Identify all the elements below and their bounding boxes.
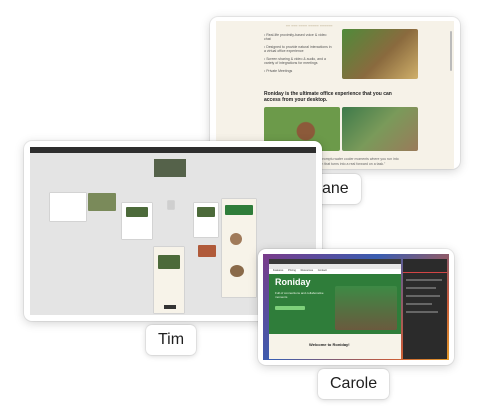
side-panel-accent <box>403 272 447 273</box>
canvas-frame-image <box>126 207 148 217</box>
canvas-frame-thumb <box>164 305 176 309</box>
site-nav-item[interactable]: Pricing <box>288 269 296 272</box>
canvas-frame-image <box>158 255 180 269</box>
carole-desktop: Features Pricing Resources Contact Ronid… <box>263 254 449 360</box>
office-illustration-right <box>342 107 418 151</box>
canvas-frame <box>50 193 86 221</box>
participant-name-tag: Tim <box>146 325 197 355</box>
site-logo: Roniday <box>275 277 311 287</box>
canvas-frame-image <box>88 193 116 211</box>
hero-subtitle: Full of connections and collaborative mo… <box>275 291 324 299</box>
canvas-frame-image <box>225 205 253 215</box>
tim-toolbar <box>30 147 316 153</box>
site-nav-item[interactable]: Features <box>273 269 283 272</box>
canvas-frame <box>168 201 174 209</box>
jane-headline: Roniday is the ultimate office experienc… <box>264 91 392 103</box>
welcome-heading: Welcome to Roniday! <box>309 342 350 347</box>
feature-bullet: Designed to provide natural interactions… <box>264 45 334 53</box>
side-app-panel[interactable] <box>403 259 447 359</box>
hero-cta-button[interactable] <box>275 306 305 310</box>
site-nav-item[interactable]: Contact <box>318 269 327 272</box>
feature-bullet: Private Meetings <box>264 69 334 73</box>
jane-feature-list: Real-life proximity-based voice & video … <box>264 33 334 77</box>
canvas-frame-image <box>230 233 242 245</box>
welcome-section: Welcome to Roniday! <box>269 334 401 359</box>
feature-bullet: Screen sharing & video & audio, and a va… <box>264 57 334 65</box>
scrollbar[interactable] <box>450 31 452 71</box>
site-hero: Roniday Full of connections and collabor… <box>269 274 401 334</box>
canvas-frame-image <box>230 265 244 277</box>
canvas-frame-thumb <box>154 159 186 177</box>
office-illustration-top <box>342 29 418 79</box>
feature-bullet: Real-life proximity-based voice & video … <box>264 33 334 41</box>
carole-screen-share-window[interactable]: Features Pricing Resources Contact Ronid… <box>258 249 454 365</box>
side-panel-row <box>406 311 438 313</box>
side-panel-row <box>406 287 436 289</box>
canvas-frame-image <box>198 245 216 257</box>
hero-office-illustration <box>335 286 397 330</box>
participant-name-tag: Carole <box>318 369 390 399</box>
side-panel-row <box>406 303 432 305</box>
side-panel-row <box>406 279 442 281</box>
jane-page-nav: ━━ ━━━ ━━━━ ━━━━━ ━━━━━━ <box>286 24 333 28</box>
site-nav-item[interactable]: Resources <box>301 269 313 272</box>
side-panel-row <box>406 295 440 297</box>
browser-window[interactable]: Features Pricing Resources Contact Ronid… <box>269 259 401 359</box>
canvas-frame-image <box>197 207 215 217</box>
